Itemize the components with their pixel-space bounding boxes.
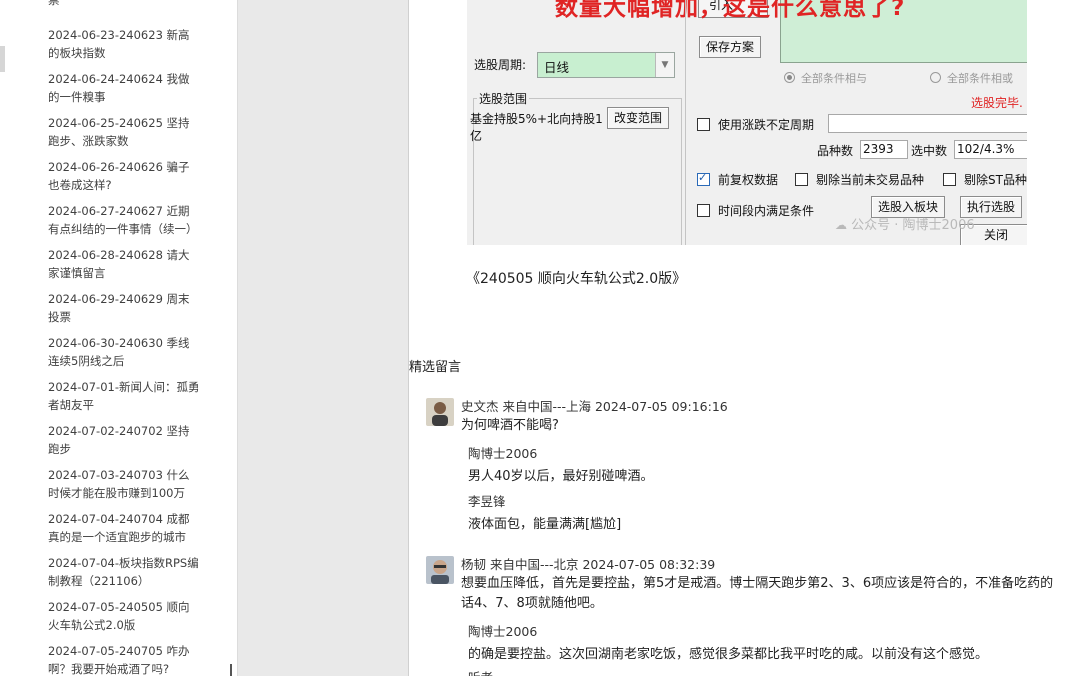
radio-selected-icon — [784, 72, 795, 83]
reply-text: 的确是要控盐。这次回湖南老家吃饭，感觉很多菜都比我平时吃的咸。以前没有这个感觉。 — [468, 647, 989, 662]
chevron-down-icon: ▼ — [655, 53, 674, 77]
remove-st-checkbox: 剔除ST品种 — [943, 171, 1027, 188]
article-link[interactable]: 票 — [48, 0, 200, 9]
count-label: 品种数 — [817, 144, 854, 158]
radio-all-or: 全部条件相或 — [930, 70, 1013, 86]
checkbox-icon — [795, 173, 808, 186]
comment-text: 想要血压降低，首先是要控盐，第5才是戒酒。博士隔天跑步第2、3、6项应该是符合的… — [461, 576, 1054, 611]
period-text-field — [828, 114, 1027, 133]
watermark: ☁ 公众号 · 陶博士2006 — [835, 218, 975, 233]
reply-author: 李昱锋 — [468, 494, 506, 509]
comment-author-line: 杨韧 来自中国---北京 2024-07-05 08:32:39 — [461, 557, 716, 572]
checkbox-icon — [697, 118, 710, 131]
article-link[interactable]: 2024-07-03-240703 什么时候才能在股市赚到100万 — [48, 467, 200, 502]
article-list-sidebar: 票 2024-06-23-240623 新高的板块指数 2024-06-24-2… — [0, 0, 238, 676]
comment-item: 杨韧 来自中国---北京 2024-07-05 08:32:39 想要血压降低，… — [426, 556, 1076, 676]
selected-field: 102/4.3% — [954, 140, 1027, 159]
pre-adjusted-checkbox: 前复权数据 — [697, 171, 778, 188]
article-link[interactable]: 2024-06-26-240626 骗子也卷成这样? — [48, 159, 200, 194]
radio-empty-icon — [930, 72, 941, 83]
range-value: 基金持股5%+北向持股1亿 — [470, 112, 603, 143]
comment-author-line: 史文杰 来自中国---上海 2024-07-05 09:16:16 — [461, 399, 728, 414]
radio-all-and: 全部条件相与 — [784, 70, 867, 86]
article-link[interactable]: 2024-07-01-新闻人间：孤勇者胡友平 — [48, 379, 200, 414]
avatar — [426, 398, 454, 426]
period-label: 选股周期: — [474, 58, 527, 72]
article-link[interactable]: 2024-06-27-240627 近期有点纠结的一件事情（续一） — [48, 203, 200, 238]
change-range-button: 改变范围 — [607, 107, 670, 129]
article-link[interactable]: 2024-07-04-板块指数RPS编制教程（221106） — [48, 555, 200, 590]
article-link[interactable]: 2024-06-29-240629 周末投票 — [48, 291, 200, 326]
checkbox-checked-icon — [697, 171, 710, 186]
article-link[interactable]: 2024-07-05-240505 顺向火车轨公式2.0版 — [48, 599, 200, 634]
range-title: 选股范围 — [477, 90, 530, 107]
comment-text: 为何啤酒不能喝? — [461, 418, 559, 433]
reply-text: 液体面包，能量满满[尴尬] — [468, 517, 622, 532]
remove-untraded-checkbox: 剔除当前未交易品种 — [795, 171, 924, 188]
screener-dialog-image: 引入 数量大幅增加，这是什么意思了? 保存方案 选股周期: 日线 ▼ 全部条件相… — [467, 0, 1027, 245]
period-value: 日线 — [544, 60, 570, 75]
comment-item: 史文杰 来自中国---上海 2024-07-05 09:16:16 为何啤酒不能… — [426, 398, 1076, 538]
count-field: 2393 — [860, 140, 908, 159]
article-list: 票 2024-06-23-240623 新高的板块指数 2024-06-24-2… — [48, 0, 200, 676]
article-link[interactable]: 2024-06-30-240630 季线连续5阴线之后 — [48, 335, 200, 370]
reply-author: 陶博士2006 — [468, 624, 538, 639]
avatar — [426, 556, 454, 584]
use-uncertain-period-checkbox: 使用涨跌不定周期 — [697, 116, 814, 133]
period-satisfy-checkbox: 时间段内满足条件 — [697, 202, 814, 219]
article-link[interactable]: 2024-06-28-240628 请大家谨慎留言 — [48, 247, 200, 282]
article-content: 引入 数量大幅增加，这是什么意思了? 保存方案 选股周期: 日线 ▼ 全部条件相… — [409, 0, 1080, 676]
article-link[interactable]: 2024-07-02-240702 坚持跑步 — [48, 423, 200, 458]
article-link[interactable]: 2024-06-23-240623 新高的板块指数 — [48, 27, 200, 62]
article-link[interactable]: 2024-06-25-240625 坚持跑步、涨跌家数 — [48, 115, 200, 150]
sidebar-scrollbar-thumb[interactable] — [230, 664, 232, 676]
sidebar-position-marker — [0, 46, 5, 72]
reply-author: 听者 — [468, 667, 493, 676]
article-link[interactable]: 2024-07-05-240705 咋办啊？我要开始戒酒了吗? — [48, 643, 200, 676]
dialog-divider — [685, 0, 686, 245]
checkbox-icon — [943, 173, 956, 186]
save-plan-button: 保存方案 — [699, 36, 762, 58]
status-text: 选股完毕. — [971, 96, 1023, 110]
period-select: 日线 ▼ — [537, 52, 675, 78]
wechat-icon: ☁ — [835, 218, 847, 232]
image-caption: 《240505 顺向火车轨公式2.0版》 — [466, 271, 687, 287]
comments-title: 精选留言 — [409, 360, 462, 375]
article-link[interactable]: 2024-07-04-240704 成都真的是一个适宜跑步的城市 — [48, 511, 200, 546]
overlay-title: 数量大幅增加，这是什么意思了? — [555, 0, 906, 21]
article-link[interactable]: 2024-06-24-240624 我做的一件糗事 — [48, 71, 200, 106]
reply-text: 男人40岁以后，最好别碰啤酒。 — [468, 469, 654, 484]
selected-label: 选中数 — [911, 144, 948, 158]
reply-author: 陶博士2006 — [468, 446, 538, 461]
checkbox-icon — [697, 204, 710, 217]
